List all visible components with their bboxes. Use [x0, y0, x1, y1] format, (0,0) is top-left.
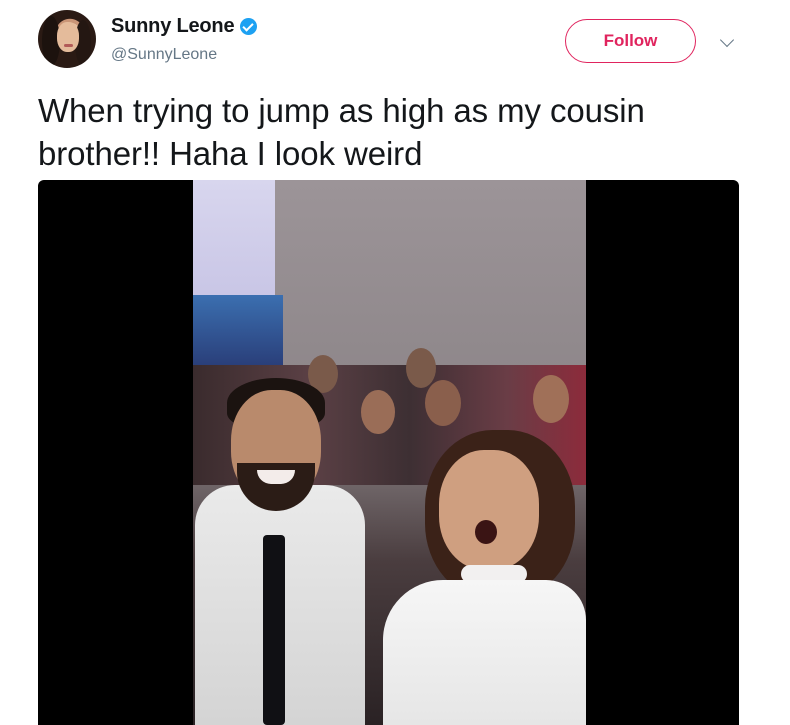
follow-button[interactable]: Follow — [565, 19, 696, 63]
chevron-down-icon[interactable] — [719, 32, 735, 48]
crowd-head — [533, 375, 569, 423]
woman-face — [439, 450, 539, 570]
avatar-face — [57, 22, 79, 52]
background-display — [193, 295, 283, 365]
author-handle[interactable]: @SunnyLeone — [111, 46, 217, 64]
video-frame[interactable] — [193, 180, 586, 725]
author-avatar[interactable] — [38, 10, 96, 68]
crowd-head — [406, 348, 436, 388]
video-player[interactable] — [38, 180, 739, 725]
background-screen — [193, 180, 275, 295]
man-tie — [263, 535, 285, 725]
verified-badge-icon — [240, 18, 258, 35]
author-display-name[interactable]: Sunny Leone — [111, 15, 235, 38]
woman-mouth — [475, 520, 497, 544]
crowd-head — [361, 390, 395, 434]
tweet-card: Sunny Leone @SunnyLeone Follow When tryi… — [0, 0, 790, 725]
crowd-head — [425, 380, 461, 426]
author-name-row[interactable]: Sunny Leone — [111, 15, 258, 38]
avatar-lips — [64, 44, 73, 47]
tweet-text: When trying to jump as high as my cousin… — [38, 92, 645, 172]
woman-dress — [383, 580, 586, 725]
